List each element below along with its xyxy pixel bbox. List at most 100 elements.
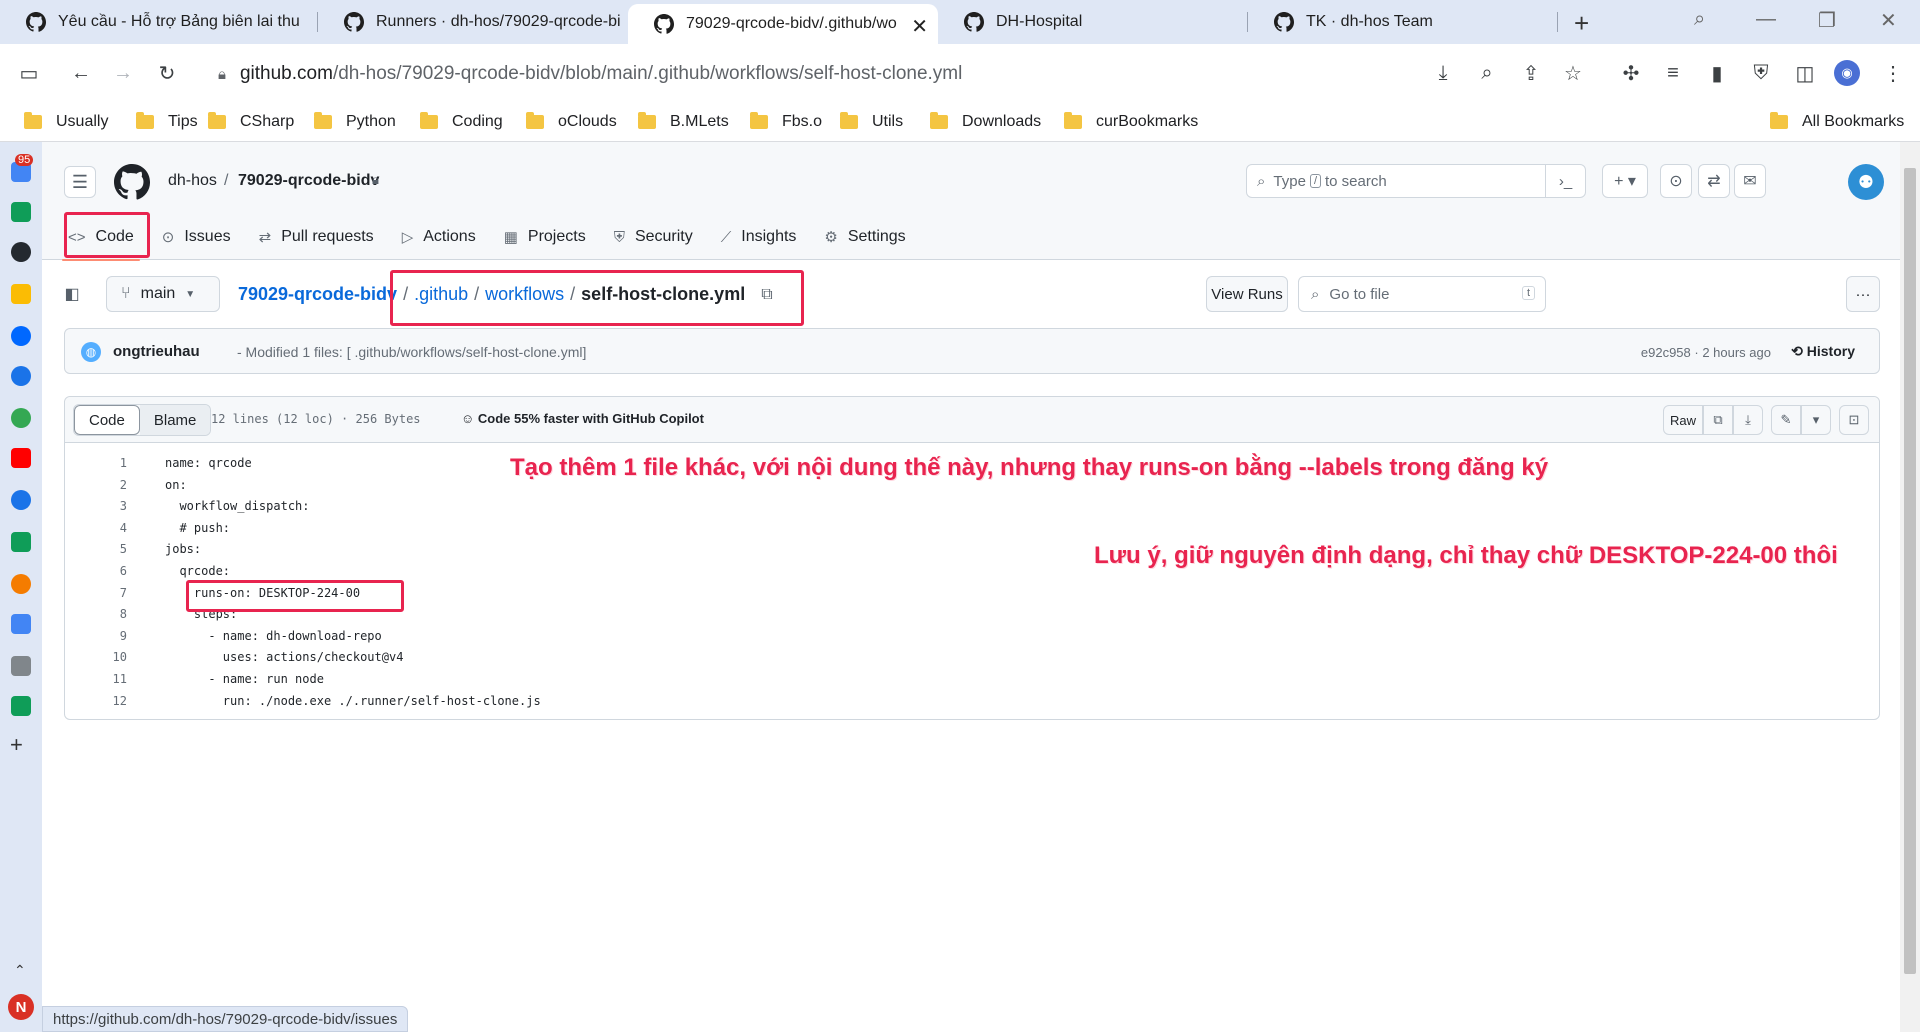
app-icon[interactable] [11,696,31,716]
tab-settings[interactable]: ⚙ Settings [810,219,919,255]
all-bookmarks-folder[interactable]: All Bookmarks [1770,112,1904,131]
star-icon[interactable]: ☆ [1560,60,1586,86]
line-number[interactable]: 10 [65,647,127,669]
minimize-icon[interactable]: — [1756,8,1776,31]
chevron-down-icon[interactable]: ▾ [1801,405,1831,435]
line-number[interactable]: 4 [65,518,127,540]
bookmark-folder[interactable]: Python [314,112,396,131]
app-icon[interactable] [11,656,31,676]
menu-icon[interactable]: ☰ [64,166,96,198]
forward-icon[interactable]: → [110,60,136,86]
code-view-button[interactable]: Code [74,405,140,435]
browser-tab-active[interactable]: 79029-qrcode-bidv/.github/wo ✕ [628,4,938,44]
command-palette-icon[interactable]: ›_ [1545,164,1585,198]
browser-tab[interactable]: Yêu cầu - Hỗ trợ Bảng biên lai thu [0,0,318,44]
install-icon[interactable]: ⤓ [1430,60,1456,86]
new-tab-icon[interactable]: + [1574,8,1589,39]
branch-selector[interactable]: ⑂ main ▼ [106,276,220,312]
tab-security[interactable]: ⛨ Security [600,219,707,255]
view-runs-button[interactable]: View Runs [1206,276,1288,312]
line-number[interactable]: 2 [65,475,127,497]
profile-avatar[interactable]: N [8,994,34,1020]
line-number[interactable]: 5 [65,539,127,561]
commit-message[interactable]: - Modified 1 files: [ .github/workflows/… [237,344,586,360]
app-icon[interactable] [11,574,31,594]
inbox-icon[interactable]: ✉ [1734,164,1766,198]
download-icon[interactable]: ⤓ [1733,405,1763,435]
zalo-icon[interactable] [11,326,31,346]
bookmark-folder[interactable]: oClouds [526,112,617,131]
app-icon[interactable] [11,408,31,428]
back-icon[interactable]: ← [68,60,94,86]
commit-meta[interactable]: e92c958 · 2 hours ago [1641,345,1771,360]
browser-tab[interactable]: Runners · dh-hos/79029-qrcode-bi [318,0,628,44]
browser-tab[interactable]: DH-Hospital [938,0,1248,44]
repo-link[interactable]: 79029-qrcode-bidv [238,172,379,190]
edit-pencil-icon[interactable]: ✎ [1771,405,1801,435]
contacts-icon[interactable] [11,490,31,510]
sidebar-icon[interactable]: ▮ [1704,60,1730,86]
file-tree-toggle-icon[interactable]: ◧ [60,282,84,306]
line-number[interactable]: 12 [65,691,127,713]
line-number[interactable]: 9 [65,626,127,648]
raw-button[interactable]: Raw [1663,405,1703,435]
search-tabs-icon[interactable]: ⌕ [1694,8,1705,31]
copilot-promo[interactable]: ☺ Code 55% faster with GitHub Copilot [461,411,704,426]
bookmark-folder[interactable]: Usually [24,112,108,131]
tab-insights[interactable]: ⟋ Insights [707,219,811,255]
blame-view-button[interactable]: Blame [139,405,211,435]
side-panel-icon[interactable]: ▭ [16,60,42,86]
scrollbar-thumb[interactable] [1904,168,1916,974]
github-icon[interactable] [11,242,31,262]
app-icon[interactable] [11,614,31,634]
line-number[interactable]: 8 [65,604,127,626]
close-window-icon[interactable]: ✕ [1880,8,1897,33]
user-avatar[interactable]: ⚉ [1848,164,1884,200]
bookmark-folder[interactable]: curBookmarks [1064,112,1198,131]
line-number[interactable]: 6 [65,561,127,583]
menu-icon[interactable]: ⋮ [1880,60,1906,86]
share-icon[interactable]: ⇪ [1518,60,1544,86]
tab-pull-requests[interactable]: ⇄ Pull requests [245,219,388,255]
copy-icon[interactable]: ⧉ [1703,405,1733,435]
keep-icon[interactable] [11,284,31,304]
bookmark-folder[interactable]: Fbs.o [750,112,822,131]
add-icon[interactable]: + [10,732,23,758]
github-logo-icon[interactable] [114,164,150,200]
bookmark-folder[interactable]: Coding [420,112,503,131]
bookmark-folder[interactable]: CSharp [208,112,294,131]
avatar[interactable]: ◍ [81,342,101,362]
chevron-up-icon[interactable]: ⌃ [14,962,26,979]
more-options-icon[interactable]: ··· [1846,276,1880,312]
split-view-icon[interactable]: ◫ [1792,60,1818,86]
extensions-icon[interactable]: ✣ [1618,60,1644,86]
tab-projects[interactable]: ▦ Projects [490,219,600,255]
address-bar[interactable]: 🔒︎ github.com/dh-hos/79029-qrcode-bidv/b… [218,54,962,94]
line-number[interactable]: 11 [65,669,127,691]
bookmark-folder[interactable]: Utils [840,112,903,131]
sheets-icon[interactable] [11,532,31,552]
search-input[interactable]: ⌕ Type / to search ›_ [1246,164,1586,198]
profile-avatar-icon[interactable]: ◉ [1834,60,1860,86]
reading-list-icon[interactable]: ≡ [1660,60,1686,86]
bookmark-folder[interactable]: Downloads [930,112,1041,131]
issues-icon[interactable]: ⊙ [1660,164,1692,198]
app-icon[interactable] [11,366,31,386]
history-button[interactable]: ⟲ History [1791,343,1855,360]
bookmark-folder[interactable]: B.MLets [638,112,729,131]
lock-icon[interactable]: 🔒︎ [218,66,226,83]
reload-icon[interactable]: ↻ [154,60,180,86]
zoom-icon[interactable]: ⌕ [1474,60,1500,86]
youtube-icon[interactable] [11,448,31,468]
tab-actions[interactable]: ▷ Actions [388,219,490,255]
browser-tab[interactable]: TK · dh-hos Team [1248,0,1558,44]
commit-author[interactable]: ongtrieuhau [113,343,200,360]
tab-issues[interactable]: ⊙ Issues [148,219,245,255]
sheets-icon[interactable] [11,202,31,222]
breadcrumb-repo[interactable]: 79029-qrcode-bidv [238,284,397,305]
shield-icon[interactable]: ⛨ [1748,60,1774,86]
line-number[interactable]: 1 [65,453,127,475]
close-icon[interactable]: ✕ [911,14,928,39]
pull-requests-icon[interactable]: ⇄ [1698,164,1730,198]
bookmark-folder[interactable]: Tips [136,112,198,131]
